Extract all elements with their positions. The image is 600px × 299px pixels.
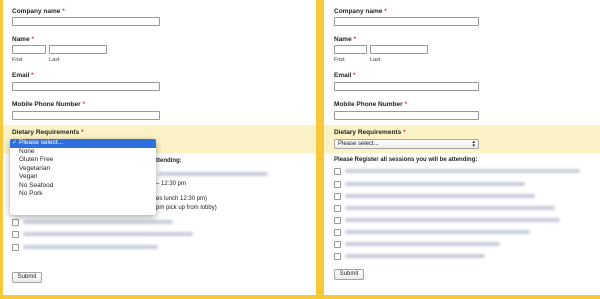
session-text-blurred	[23, 245, 158, 249]
dropdown-option-none[interactable]: None	[10, 148, 156, 157]
session-row[interactable]	[334, 180, 594, 188]
select-arrows-icon: ▲ ▼	[471, 139, 476, 148]
last-name-input[interactable]	[370, 45, 428, 54]
session-row[interactable]	[12, 218, 302, 226]
session-checkbox[interactable]	[12, 231, 19, 238]
session-checkbox[interactable]	[334, 168, 341, 175]
session-checkbox[interactable]	[334, 217, 341, 224]
last-sub-label: Last	[370, 57, 381, 63]
session-text: pm pick up from lobby)	[156, 205, 217, 211]
dietary-label: Dietary Requirements *	[334, 129, 406, 136]
submit-button[interactable]: Submit	[334, 269, 364, 280]
dietary-dropdown-list[interactable]: ✓ Please select... None Gluten Free Vege…	[10, 139, 156, 215]
session-text-blurred	[345, 206, 555, 210]
name-label: Name *	[12, 36, 35, 43]
session-row[interactable]	[334, 192, 594, 200]
session-row[interactable]	[334, 252, 594, 260]
dropdown-option-please-select[interactable]: ✓ Please select...	[10, 139, 156, 148]
last-sub-label: Last	[49, 57, 60, 63]
sessions-label: Please Register all sessions you will be…	[334, 157, 478, 163]
session-row[interactable]	[12, 230, 302, 238]
checkmark-icon: ✓	[12, 140, 18, 146]
session-text-blurred	[345, 218, 560, 222]
session-checkbox[interactable]	[334, 253, 341, 260]
session-checkbox[interactable]	[334, 205, 341, 212]
session-text-blurred	[23, 232, 193, 236]
company-name-input[interactable]	[334, 17, 479, 26]
session-row[interactable]	[12, 243, 302, 251]
email-label: Email *	[12, 72, 34, 79]
select-value: Please select...	[338, 141, 379, 147]
first-name-input[interactable]	[334, 45, 367, 54]
session-row[interactable]	[334, 228, 594, 236]
first-sub-label: First	[334, 57, 345, 63]
session-checkbox[interactable]	[12, 219, 19, 226]
first-sub-label: First	[12, 57, 23, 63]
option-label: Please select...	[19, 139, 64, 146]
session-checkbox[interactable]	[334, 241, 341, 248]
session-checkbox[interactable]	[12, 244, 19, 251]
session-text-blurred	[345, 254, 485, 258]
phone-label: Mobile Phone Number *	[12, 101, 85, 108]
session-row[interactable]	[334, 167, 594, 175]
email-label: Email *	[334, 72, 356, 79]
last-name-input[interactable]	[49, 45, 107, 54]
session-text: – 12:30 pm	[156, 181, 187, 187]
session-text-blurred	[345, 182, 525, 186]
session-text-blurred	[23, 220, 173, 224]
sessions-label-partial: ttending:	[156, 158, 182, 164]
session-row[interactable]	[334, 204, 594, 212]
submit-button[interactable]: Submit	[12, 272, 42, 283]
first-name-input[interactable]	[12, 45, 46, 54]
session-text-blurred	[345, 194, 535, 198]
session-text-blurred	[345, 230, 530, 234]
session-checkbox[interactable]	[334, 229, 341, 236]
name-label: Name *	[334, 36, 357, 43]
email-input[interactable]	[12, 82, 160, 91]
session-row[interactable]	[334, 216, 594, 224]
dietary-select[interactable]: Please select... ▲ ▼	[334, 139, 479, 149]
form-panel-dropdown-open: Company name * Name * First Last Email *…	[3, 0, 316, 295]
phone-input[interactable]	[334, 111, 479, 120]
dietary-label: Dietary Requirements *	[12, 129, 84, 136]
company-name-label: Company name *	[12, 8, 65, 15]
dropdown-option-no-seafood[interactable]: No Seafood	[10, 182, 156, 191]
company-name-label: Company name *	[334, 8, 387, 15]
form-panel-dropdown-closed: Company name * Name * First Last Email *…	[324, 0, 600, 295]
session-text-blurred	[345, 169, 580, 173]
dropdown-option-no-pork[interactable]: No Pork	[10, 190, 156, 199]
session-checkbox[interactable]	[334, 181, 341, 188]
dropdown-option-vegetarian[interactable]: Vegetarian	[10, 165, 156, 174]
dropdown-option-gluten-free[interactable]: Gluten Free	[10, 156, 156, 165]
session-text: es lunch 12:30 pm)	[156, 196, 208, 202]
session-text-blurred	[345, 242, 500, 246]
session-checkbox[interactable]	[334, 193, 341, 200]
session-row[interactable]	[334, 240, 594, 248]
dropdown-option-vegan[interactable]: Vegan	[10, 173, 156, 182]
email-input[interactable]	[334, 82, 479, 91]
session-text-blurred	[158, 172, 268, 176]
company-name-input[interactable]	[12, 17, 160, 26]
phone-label: Mobile Phone Number *	[334, 101, 407, 108]
phone-input[interactable]	[12, 111, 160, 120]
